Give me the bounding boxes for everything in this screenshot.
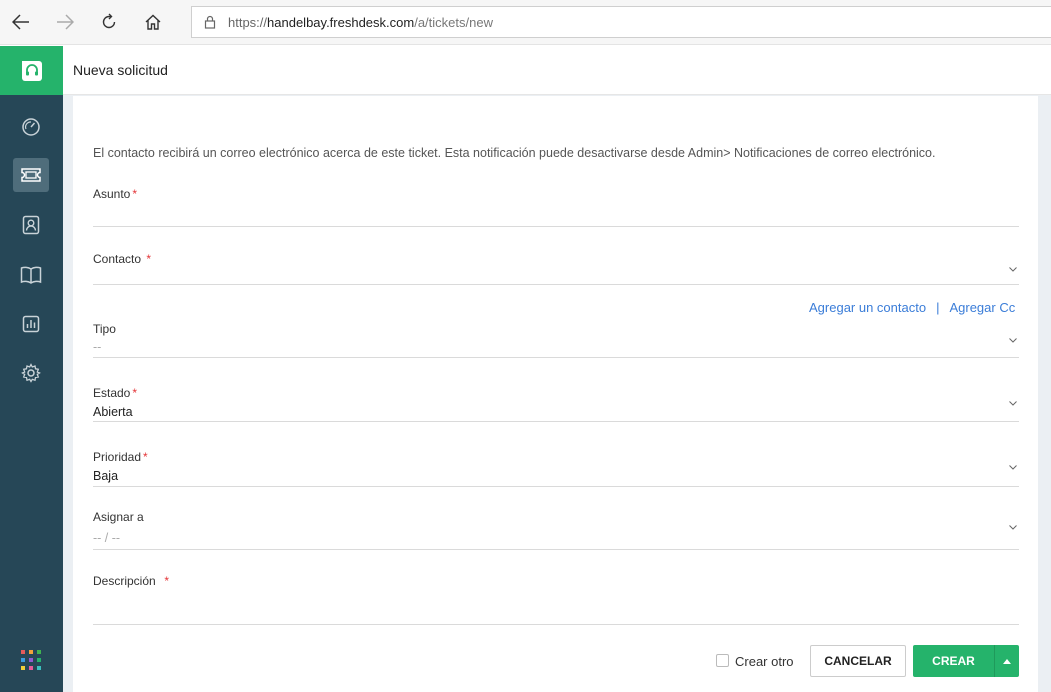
priority-select[interactable]: Baja (93, 469, 118, 483)
forward-arrow-icon[interactable] (51, 8, 79, 36)
assign-select[interactable]: -- / -- (93, 531, 120, 545)
page-header: Nueva solicitud (63, 46, 1051, 95)
reports-icon[interactable] (13, 307, 49, 341)
caret-up-icon (1003, 658, 1011, 664)
page-title: Nueva solicitud (73, 62, 168, 78)
links-separator: | (936, 300, 940, 315)
required-marker: * (132, 386, 138, 400)
notification-notice: El contacto recibirá un correo electróni… (93, 146, 936, 160)
sidebar (0, 46, 63, 692)
status-underline (93, 421, 1019, 422)
required-marker: * (143, 450, 148, 464)
home-icon[interactable] (139, 8, 167, 36)
subject-underline (93, 226, 1019, 227)
address-bar[interactable]: https://handelbay.freshdesk.com/a/ticket… (191, 6, 1051, 38)
type-underline (93, 357, 1019, 358)
contact-links: Agregar un contacto | Agregar Cc (809, 300, 1019, 315)
browser-toolbar: https://handelbay.freshdesk.com/a/ticket… (0, 0, 1051, 45)
apps-grid-icon[interactable] (21, 650, 41, 670)
chevron-down-icon[interactable] (1007, 263, 1019, 275)
subject-input[interactable] (93, 205, 1019, 225)
url-path: /a/tickets/new (414, 14, 493, 30)
type-select[interactable]: -- (93, 340, 101, 354)
headset-logo-icon (21, 60, 42, 81)
assign-underline (93, 549, 1019, 550)
knowledge-base-icon[interactable] (13, 258, 49, 292)
add-cc-link[interactable]: Agregar Cc (949, 300, 1015, 315)
reload-icon[interactable] (95, 8, 123, 36)
status-label: Estado * (93, 386, 138, 400)
contacts-icon[interactable] (13, 208, 49, 242)
tickets-icon[interactable] (13, 158, 49, 192)
subject-label: Asunto * (93, 187, 138, 201)
priority-underline (93, 486, 1019, 487)
cancel-button[interactable]: CANCELAR (810, 645, 906, 677)
required-marker: * (164, 574, 170, 588)
chevron-down-icon[interactable] (1007, 334, 1019, 346)
assign-label: Asignar a (93, 510, 144, 524)
create-another-label[interactable]: Crear otro (735, 654, 794, 669)
chevron-down-icon[interactable] (1007, 397, 1019, 409)
chevron-down-icon[interactable] (1007, 521, 1019, 533)
description-editor[interactable] (93, 592, 1019, 622)
add-contact-link[interactable]: Agregar un contacto (809, 300, 926, 315)
create-another-checkbox[interactable] (716, 654, 729, 667)
chevron-down-icon[interactable] (1007, 461, 1019, 473)
description-label: Descripción * (93, 574, 170, 588)
type-label: Tipo (93, 322, 116, 336)
priority-label: Prioridad * (93, 450, 148, 464)
description-underline (93, 624, 1019, 625)
lock-icon (204, 15, 216, 29)
status-select[interactable]: Abierta (93, 405, 133, 419)
url-host: handelbay.freshdesk.com (267, 14, 415, 30)
create-options-button[interactable] (994, 645, 1019, 677)
contact-underline (93, 284, 1019, 285)
contact-select[interactable] (93, 264, 1019, 284)
required-marker: * (132, 187, 138, 201)
settings-gear-icon[interactable] (13, 356, 49, 390)
back-arrow-icon[interactable] (7, 8, 35, 36)
create-button[interactable]: CREAR (913, 645, 994, 677)
dashboard-icon[interactable] (13, 110, 49, 144)
url-scheme: https:// (228, 14, 268, 30)
freshdesk-logo[interactable] (0, 46, 63, 95)
